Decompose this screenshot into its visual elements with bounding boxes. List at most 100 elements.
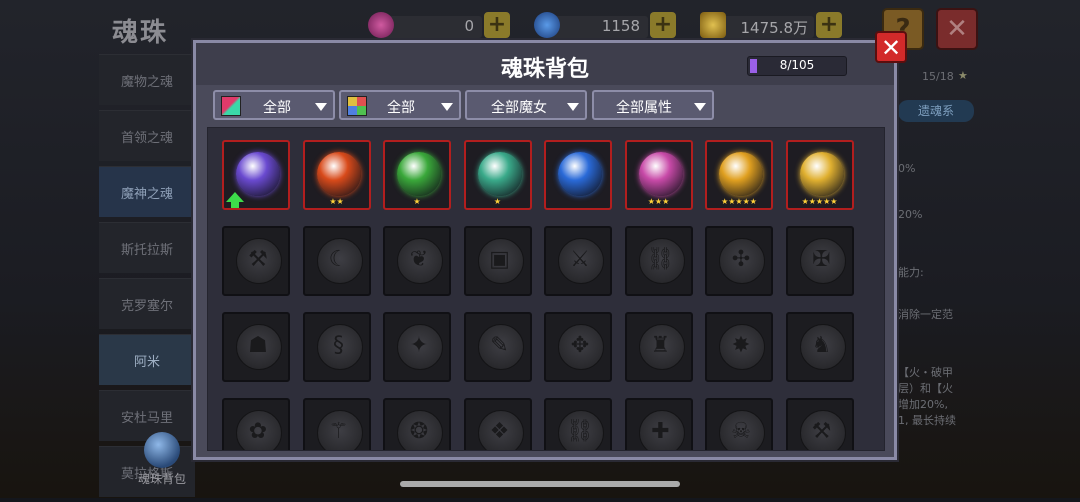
right-line-6: 层）和【火 (898, 382, 953, 395)
empty-slot-cross[interactable]: ✚ (624, 398, 693, 450)
sidebar-item-crocell[interactable]: 克罗塞尔 (99, 278, 195, 329)
filter-element-label: 全部 (387, 100, 415, 116)
skull-staff-icon: ⚚ (328, 419, 349, 444)
right-line-3: 能力: (898, 266, 924, 279)
demon-icon: ☠ (731, 419, 751, 444)
empty-slot-demon[interactable]: ☠ (705, 398, 773, 450)
soul-orb-slot-blue-crystal-orb[interactable]: ★★★★★ (785, 140, 854, 210)
empty-slot-sword[interactable]: ⚔ (544, 226, 612, 296)
leaf-icon: ❦ (409, 247, 429, 272)
sidebar-item-boss-soul[interactable]: 首领之魂 (99, 110, 195, 161)
soul-orb-slot-golden-lion-orb[interactable]: ★★★★★ (705, 140, 773, 210)
empty-slot-claw[interactable]: ☾ (302, 226, 371, 296)
empty-slot-scroll[interactable]: ✎ (463, 312, 532, 382)
soul-orb-slot-green-mace-orb[interactable]: ★ (383, 140, 451, 210)
empty-slot-mace[interactable]: ✠ (785, 226, 854, 296)
star-rating: ★★★★★ (721, 197, 757, 206)
blue-gem-icon (534, 12, 560, 38)
golden-lion-orb-icon (719, 152, 763, 196)
green-serpent-orb-icon (477, 152, 522, 196)
chevron-down-icon (694, 103, 706, 111)
hammer-icon: ⚒ (811, 419, 832, 444)
soul-bag-tab[interactable]: 魂珠背包 (132, 432, 192, 487)
empty-slot-mask[interactable]: ☗ (222, 312, 290, 382)
soul-orb-slot-purple-crystal-orb[interactable] (222, 140, 290, 210)
empty-slot-spike[interactable]: ✸ (705, 312, 773, 382)
soul-bag-label: 魂珠背包 (137, 472, 186, 486)
empty-slot-leaf[interactable]: ❦ (383, 226, 451, 296)
sidebar-item-amy[interactable]: 阿米 (99, 334, 195, 385)
mace-icon: ✠ (812, 247, 831, 272)
filter-witch-label: 全部魔女 (491, 100, 547, 116)
empty-slot-swirl[interactable]: ❂ (383, 398, 451, 450)
soul-orb-slot-magenta-rune-orb[interactable]: ★★★ (624, 140, 693, 210)
sword-icon: ⚔ (570, 247, 590, 272)
filter-element-dropdown[interactable]: 全部 (339, 90, 461, 120)
modal-header: 魂珠背包 8/105 (196, 43, 894, 85)
right-line-2: 20% (898, 208, 923, 221)
totem-icon: ♜ (650, 333, 671, 358)
currency-blue-value: 1158 (601, 17, 640, 35)
empty-slot-chain[interactable]: ⛓ (544, 398, 612, 450)
drill-icon: ✥ (570, 333, 590, 358)
upgrade-arrow-stem (231, 201, 239, 208)
claw-icon: ☾ (328, 247, 349, 272)
soul-orb-slot-fire-sword-orb[interactable]: ★★ (302, 140, 371, 210)
fire-sword-orb-icon (316, 152, 361, 196)
beast-icon: ♞ (811, 333, 832, 358)
empty-slot-totem[interactable]: ♜ (624, 312, 693, 382)
close-modal-button[interactable]: ✕ (875, 31, 907, 63)
empty-slot-worm[interactable]: § (302, 312, 371, 382)
empty-slot-twin[interactable]: ❖ (463, 398, 532, 450)
twin-icon: ❖ (489, 419, 510, 444)
soul-tab[interactable]: 遗魂系 (898, 100, 974, 122)
filter-attribute-label: 全部属性 (616, 100, 672, 116)
add-pink-gem-button[interactable]: + (484, 12, 510, 38)
filter-attribute-dropdown[interactable]: 全部属性 (592, 90, 714, 120)
capacity-bar: 8/105 (747, 56, 847, 76)
star-rating: ★ (493, 197, 502, 206)
soul-orb-slot-green-serpent-orb[interactable]: ★ (463, 140, 532, 210)
home-indicator (400, 481, 680, 487)
empty-slot-chain[interactable]: ⛓ (624, 226, 693, 296)
chevron-down-icon (441, 103, 453, 111)
filter-color-label: 全部 (263, 100, 291, 116)
axe-icon: ⚒ (248, 247, 268, 272)
empty-slot-flame[interactable]: ✦ (383, 312, 451, 382)
star-rating: ★★★★★ (801, 197, 838, 206)
right-line-7: 增加20%, (898, 398, 948, 411)
cross-icon: ✚ (651, 419, 670, 444)
gold-coin-icon (700, 12, 726, 38)
filter-witch-dropdown[interactable]: 全部魔女 (465, 90, 587, 120)
empty-slot-axe[interactable]: ⚒ (222, 226, 290, 296)
empty-slot-skull-staff[interactable]: ⚚ (302, 398, 371, 450)
currency-pink-value: 0 (464, 17, 474, 35)
empty-slot-rune[interactable]: ✣ (705, 226, 773, 296)
chain-icon: ⛓ (646, 247, 675, 272)
flower-icon: ✿ (248, 419, 268, 444)
empty-slot-drill[interactable]: ✥ (544, 312, 612, 382)
empty-slot-hammer[interactable]: ⚒ (785, 398, 854, 450)
right-progress: 15/18 (922, 70, 954, 83)
sidebar-item-monster-soul[interactable]: 魔物之魂 (99, 54, 195, 105)
close-page-button[interactable]: ✕ (936, 8, 978, 50)
rune-icon: ✣ (731, 247, 751, 272)
filter-color-dropdown[interactable]: 全部 (213, 90, 335, 120)
chevron-down-icon (315, 103, 327, 111)
blue-blade-orb-icon (558, 152, 602, 196)
empty-slot-flower[interactable]: ✿ (222, 398, 290, 450)
soul-orb-grid: ★★ ★ ★ ★★★ ★★★★★ ★★★★★ ⚒ ☾ ❦ ▣ ⚔ ⛓ ✣ ✠ ☗ § ✦ ✎ ✥ ♜ ✸ ♞ ✿ ⚚ ❂ ❖ ⛓ ✚ ☠… (207, 127, 885, 451)
add-gold-button[interactable]: + (816, 12, 842, 38)
soul-bag-modal: 魂珠背包 8/105 ✕ 全部 全部 全部魔女 全部属性 ★★ ★ ★ ★★★ ★★★★… (193, 31, 907, 460)
chevron-down-icon (567, 103, 579, 111)
soul-orb-slot-blue-blade-orb[interactable] (544, 140, 612, 210)
empty-slot-shield[interactable]: ▣ (463, 226, 532, 296)
green-mace-orb-icon (397, 152, 441, 196)
page-title: 魂珠 (112, 18, 169, 48)
sidebar-item-demon-god-soul[interactable]: 魔神之魂 (99, 166, 195, 217)
empty-slot-beast[interactable]: ♞ (785, 312, 854, 382)
add-blue-gem-button[interactable]: + (650, 12, 676, 38)
shield-icon: ▣ (489, 247, 510, 272)
sidebar-item-stolas[interactable]: 斯托拉斯 (99, 222, 195, 273)
scroll-icon: ✎ (490, 333, 509, 358)
